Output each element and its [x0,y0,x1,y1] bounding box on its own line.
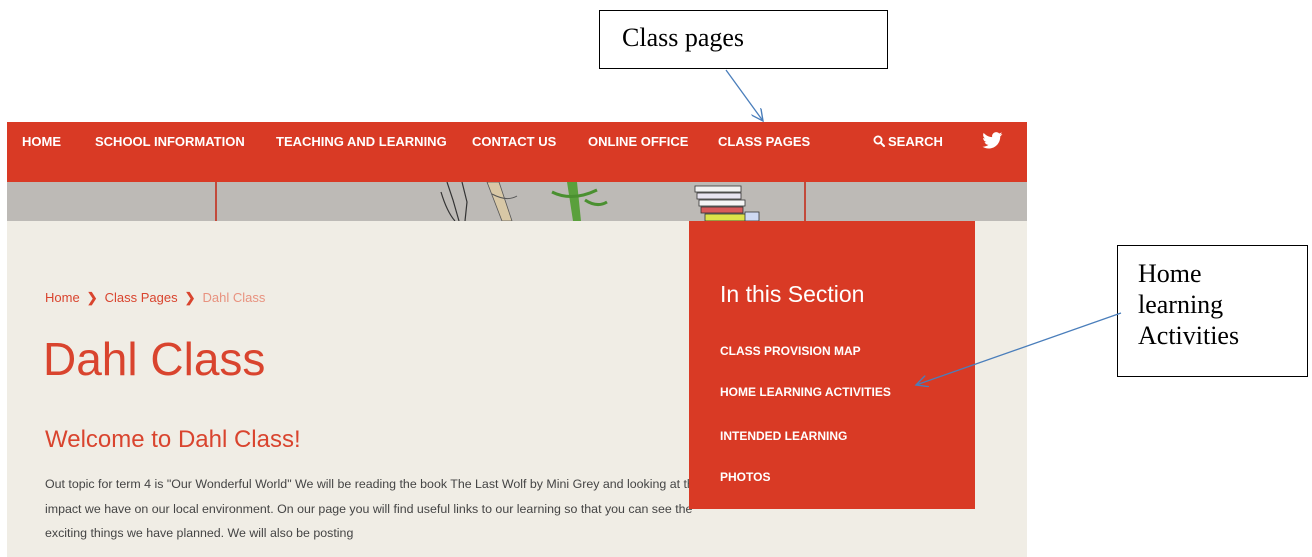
callout-line: learning [1138,290,1224,319]
website: HOME SCHOOL INFORMATION TEACHING AND LEA… [7,122,1027,557]
callout-home-learning: Home learning Activities [1117,245,1308,377]
search-icon [873,135,885,147]
banner-frame-left [215,182,217,221]
breadcrumb: Home ❯ Class Pages ❯ Dahl Class [45,290,265,306]
welcome-heading: Welcome to Dahl Class! [45,426,301,453]
callout-class-pages: Class pages [599,10,888,69]
banner-frame-right [804,182,806,221]
nav-contact-us[interactable]: CONTACT US [472,122,556,162]
chevron-right-icon: ❯ [86,290,98,305]
breadcrumb-current: Dahl Class [202,290,266,305]
nav-school-information[interactable]: SCHOOL INFORMATION [95,122,245,162]
twitter-link[interactable] [982,122,1003,162]
header-banner-image [7,182,1027,221]
main-nav: HOME SCHOOL INFORMATION TEACHING AND LEA… [7,122,1027,182]
nav-class-pages[interactable]: CLASS PAGES [718,122,810,162]
intro-paragraph: Out topic for term 4 is "Our Wonderful W… [45,477,701,540]
arrow-to-class-pages [725,69,763,121]
nav-online-office[interactable]: ONLINE OFFICE [588,122,688,162]
section-sidebar: In this Section CLASS PROVISION MAP HOME… [689,221,975,509]
banner-illustration [440,182,760,221]
sidebar-link-class-provision-map[interactable]: CLASS PROVISION MAP [720,344,861,358]
sidebar-link-intended-learning[interactable]: INTENDED LEARNING [720,429,847,443]
callout-class-pages-text: Class pages [622,23,745,52]
callout-line: Home [1138,259,1202,288]
breadcrumb-home[interactable]: Home [45,290,80,305]
twitter-icon [982,132,1003,149]
nav-home[interactable]: HOME [22,122,61,162]
sidebar-title: In this Section [720,281,865,307]
sidebar-link-home-learning-activities[interactable]: HOME LEARNING ACTIVITIES [720,385,891,399]
page-title: Dahl Class [43,333,266,385]
breadcrumb-class-pages[interactable]: Class Pages [105,290,178,305]
chevron-right-icon: ❯ [184,290,196,305]
search-label: SEARCH [888,134,943,149]
nav-teaching-and-learning[interactable]: TEACHING AND LEARNING [276,122,447,162]
callout-line: Activities [1138,321,1240,350]
sidebar-link-photos[interactable]: PHOTOS [720,470,770,484]
search-button[interactable]: SEARCH [873,122,943,162]
